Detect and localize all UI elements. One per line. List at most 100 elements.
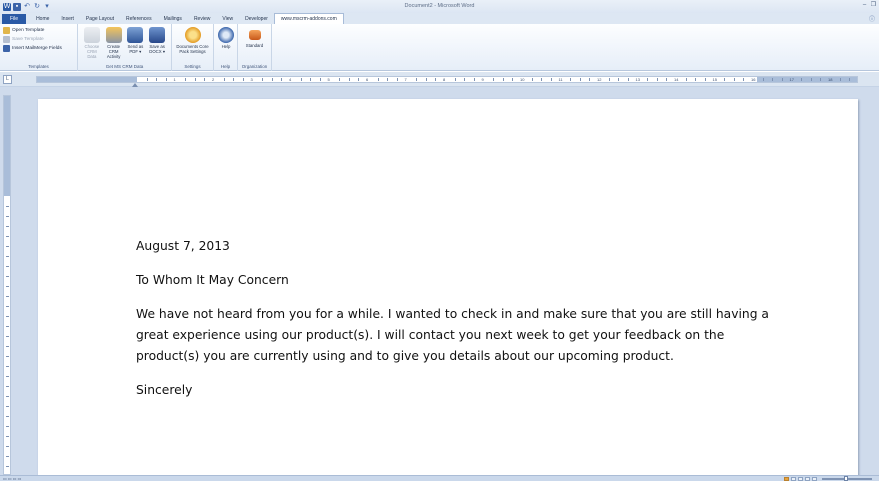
ruler-tick <box>493 78 495 81</box>
word-app-icon[interactable]: W <box>3 2 11 11</box>
letter-body: We have not heard from you for a while. … <box>136 307 769 363</box>
ruler-tick <box>849 78 851 81</box>
ruler-tick <box>579 78 581 81</box>
zoom-slider[interactable] <box>822 476 872 481</box>
help-circle-icon <box>218 27 234 43</box>
ruler-tick <box>387 78 389 81</box>
ruler-tick <box>512 78 514 81</box>
vertical-ruler-tick <box>6 406 9 407</box>
ruler-tick <box>271 78 273 81</box>
tab-page-layout[interactable]: Page Layout <box>80 14 120 24</box>
ruler-tick <box>743 78 745 81</box>
ruler-number: 13 <box>635 77 640 82</box>
choose-crm-data-label: Choose CRM Data <box>84 44 100 59</box>
tab-developer[interactable]: Developer <box>239 14 274 24</box>
tab-review[interactable]: Review <box>188 14 216 24</box>
database-icon <box>83 27 100 43</box>
customize-qat-icon[interactable]: ▾ <box>43 3 51 11</box>
ruler-tick <box>425 78 427 81</box>
status-bar: ▭ ▭ ▭ ▭ <box>0 475 879 481</box>
ruler-tick <box>627 78 629 81</box>
undo-icon[interactable]: ↶ <box>23 3 31 11</box>
vertical-ruler-tick <box>6 336 9 337</box>
vertical-ruler[interactable] <box>3 95 11 475</box>
group-label-help: Help <box>220 64 231 69</box>
help-icon[interactable]: ⓘ <box>869 14 875 23</box>
ruler-tick <box>310 78 312 81</box>
ruler-number: 8 <box>443 77 446 82</box>
draft-view-button[interactable] <box>812 477 817 481</box>
tab-mscrm-addons[interactable]: www.mscrm-addons.com <box>273 13 344 24</box>
tab-home[interactable]: Home <box>30 14 55 24</box>
ruler-number: 18 <box>828 77 833 82</box>
insert-mailmerge-label: Insert MailMerge Fields <box>12 46 62 51</box>
document-workspace: August 7, 2013 To Whom It May Concern We… <box>0 87 879 475</box>
ruler-number: 1 <box>173 77 176 82</box>
save-template-label: Save Template <box>12 37 44 42</box>
insert-mailmerge-button[interactable]: Insert MailMerge Fields <box>3 44 64 53</box>
restore-icon[interactable]: ❐ <box>870 2 877 9</box>
ruler-tick <box>550 78 552 81</box>
full-screen-view-button[interactable] <box>791 477 796 481</box>
ruler-tick <box>435 78 437 81</box>
web-layout-view-button[interactable] <box>798 477 803 481</box>
ruler-tick <box>454 78 456 81</box>
ruler-tick <box>377 78 379 81</box>
ruler-tick <box>570 78 572 81</box>
group-templates: Open Template Save Template Insert MailM… <box>0 24 78 71</box>
organization-icon <box>248 30 261 40</box>
zoom-slider-knob[interactable] <box>844 476 848 481</box>
vertical-ruler-tick <box>6 306 9 307</box>
tab-mailings[interactable]: Mailings <box>158 14 188 24</box>
tab-selector[interactable]: L <box>3 75 12 84</box>
tab-insert[interactable]: Insert <box>55 14 80 24</box>
document-body[interactable]: August 7, 2013 To Whom It May Concern We… <box>136 236 776 414</box>
vertical-ruler-tick <box>6 216 9 217</box>
ruler-tick <box>724 78 726 81</box>
ruler-tick <box>656 78 658 81</box>
ruler-number: 11 <box>558 77 563 82</box>
vertical-ruler-tick <box>6 206 9 207</box>
tab-references[interactable]: References <box>120 14 158 24</box>
vertical-ruler-tick <box>6 366 9 367</box>
standard-label: Standard <box>245 43 264 48</box>
tab-file[interactable]: File <box>2 14 27 24</box>
vertical-ruler-tick <box>6 276 9 277</box>
help-label: Help <box>221 44 231 49</box>
ruler-tick <box>704 78 706 81</box>
document-page[interactable]: August 7, 2013 To Whom It May Concern We… <box>38 99 858 475</box>
status-page-info[interactable]: ▭ ▭ ▭ ▭ <box>3 476 21 481</box>
ruler-tick <box>801 78 803 81</box>
vertical-ruler-tick <box>6 326 9 327</box>
minimize-icon[interactable]: – <box>861 2 868 9</box>
ruler-tick <box>685 78 687 81</box>
ruler-tick <box>647 78 649 81</box>
vertical-ruler-tick <box>6 446 9 447</box>
vertical-ruler-tick <box>6 246 9 247</box>
print-layout-view-button[interactable] <box>784 477 789 481</box>
group-label-settings: Settings <box>184 64 201 69</box>
save-template-button[interactable]: Save Template <box>3 35 64 44</box>
ruler-tick <box>146 78 148 81</box>
ruler-tick <box>541 78 543 81</box>
save-icon[interactable]: ▪ <box>13 2 21 11</box>
vertical-ruler-tick <box>6 346 9 347</box>
ruler-tick <box>839 78 841 81</box>
group-label-crm-data: Get MS CRM Data <box>105 64 144 69</box>
ruler-tick <box>531 78 533 81</box>
ruler-tick <box>165 78 167 81</box>
window-title: Document2 - Microsoft Word <box>404 3 475 9</box>
redo-icon[interactable]: ↻ <box>33 3 41 11</box>
vertical-ruler-tick <box>6 416 9 417</box>
outline-view-button[interactable] <box>805 477 810 481</box>
ruler-number: 6 <box>366 77 369 82</box>
window-controls: – ❐ <box>861 2 877 9</box>
vertical-ruler-tick <box>6 256 9 257</box>
vertical-ruler-tick <box>6 466 9 467</box>
tab-view[interactable]: View <box>216 14 239 24</box>
horizontal-ruler[interactable]: 1 2 3 4 5 6 7 8 9 10 11 12 13 14 15 16 17 18 <box>36 76 858 83</box>
vertical-ruler-tick <box>6 396 9 397</box>
create-crm-activity-label: Create CRM Activity <box>106 44 121 59</box>
title-bar: W ▪ ↶ ↻ ▾ Document2 - Microsoft Word – ❐ <box>0 0 879 13</box>
open-template-button[interactable]: Open Template <box>3 26 64 35</box>
